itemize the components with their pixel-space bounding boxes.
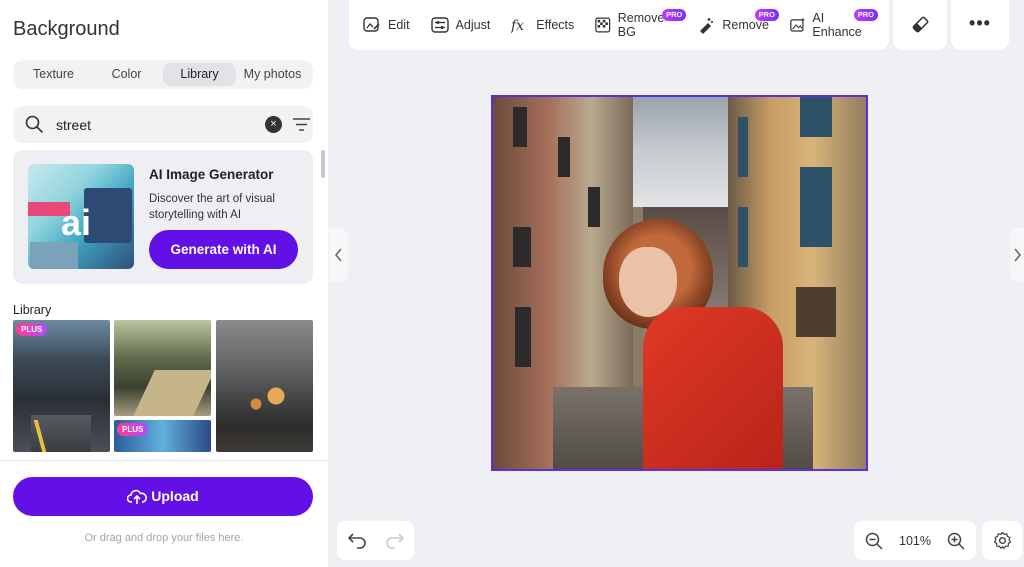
expand-right-panel-button[interactable] [1010,228,1024,282]
search-icon [25,115,43,133]
panel-scrollbar[interactable] [321,150,325,178]
ai-card-title: AI Image Generator [149,167,274,182]
filter-icon[interactable] [293,117,310,132]
undo-icon[interactable] [347,531,367,549]
settings-button[interactable] [982,521,1022,560]
ai-logo-text: ai [61,202,92,243]
collapse-panel-button[interactable] [329,228,348,282]
magic-eraser-icon [700,18,714,34]
tab-texture[interactable]: Texture [17,63,90,86]
chevron-left-icon [335,248,342,262]
plus-badge: PLUS [16,323,48,336]
edit-toolbar: Edit Adjust fx Effects Remove BG PRO Rem… [349,0,889,50]
tab-library[interactable]: Library [163,63,236,86]
upload-button[interactable]: Upload [13,477,313,516]
library-image-underpass[interactable]: PLUS [13,320,110,452]
library-image-robot[interactable]: PLUS [114,420,211,452]
edit-image-icon [363,17,380,32]
tab-my-photos[interactable]: My photos [236,63,309,86]
ai-enhance-icon [790,18,805,32]
remove-bg-icon [595,17,611,33]
search-value[interactable]: street [56,117,91,133]
sliders-icon [430,17,449,33]
gear-icon [993,531,1012,549]
library-heading: Library [13,303,52,317]
svg-text:fx: fx [511,18,524,33]
library-image-rainy-street[interactable] [216,320,313,452]
more-options-button[interactable]: ••• [951,0,1009,50]
edit-button[interactable]: Edit [363,10,410,40]
adjust-button[interactable]: Adjust [430,10,491,40]
undo-redo-group [337,521,414,560]
ai-enhance-button[interactable]: AI Enhance PRO [790,9,878,40]
panel-title: Background [13,18,120,40]
adjust-label: Adjust [455,18,491,32]
zoom-out-icon[interactable] [865,532,883,550]
cloud-upload-icon [127,489,147,504]
edit-label: Edit [388,18,410,32]
upload-label: Upload [151,488,199,504]
ai-card-description: Discover the art of visual storytelling … [149,193,275,221]
fx-icon: fx [511,18,524,33]
zoom-level: 101% [899,534,931,548]
tab-color[interactable]: Color [90,63,163,86]
plus-badge: PLUS [117,423,149,436]
library-image-road[interactable] [114,320,211,416]
pro-badge: PRO [662,9,687,21]
ai-generator-thumbnail: ai [28,164,134,269]
redo-icon[interactable] [385,531,405,549]
background-tabs: Texture Color Library My photos [13,60,313,89]
search-input[interactable]: street × [13,106,313,143]
person-face [619,247,677,317]
pro-badge: PRO [853,9,878,21]
person-red-sweater [643,307,783,469]
canvas-image[interactable] [491,95,868,471]
pro-badge: PRO [754,9,779,21]
zoom-control: 101% [854,521,976,560]
generate-with-ai-button[interactable]: Generate with AI [149,230,298,269]
chevron-right-icon [1014,248,1021,262]
eraser-icon [912,16,929,33]
ai-generator-card: ai AI Image Generator Discover the art o… [13,150,313,284]
zoom-in-icon[interactable] [947,532,965,550]
effects-label: Effects [536,18,575,32]
background-panel: Background Texture Color Library My phot… [0,0,328,567]
clear-search-icon[interactable]: × [265,116,282,133]
eraser-button[interactable] [893,0,947,50]
drag-drop-hint: Or drag and drop your files here. [84,532,244,544]
remove-bg-button[interactable]: Remove BG PRO [595,9,687,40]
remove-object-button[interactable]: Remove PRO [697,9,779,40]
divider [0,460,328,461]
effects-button[interactable]: fx Effects [511,10,574,40]
